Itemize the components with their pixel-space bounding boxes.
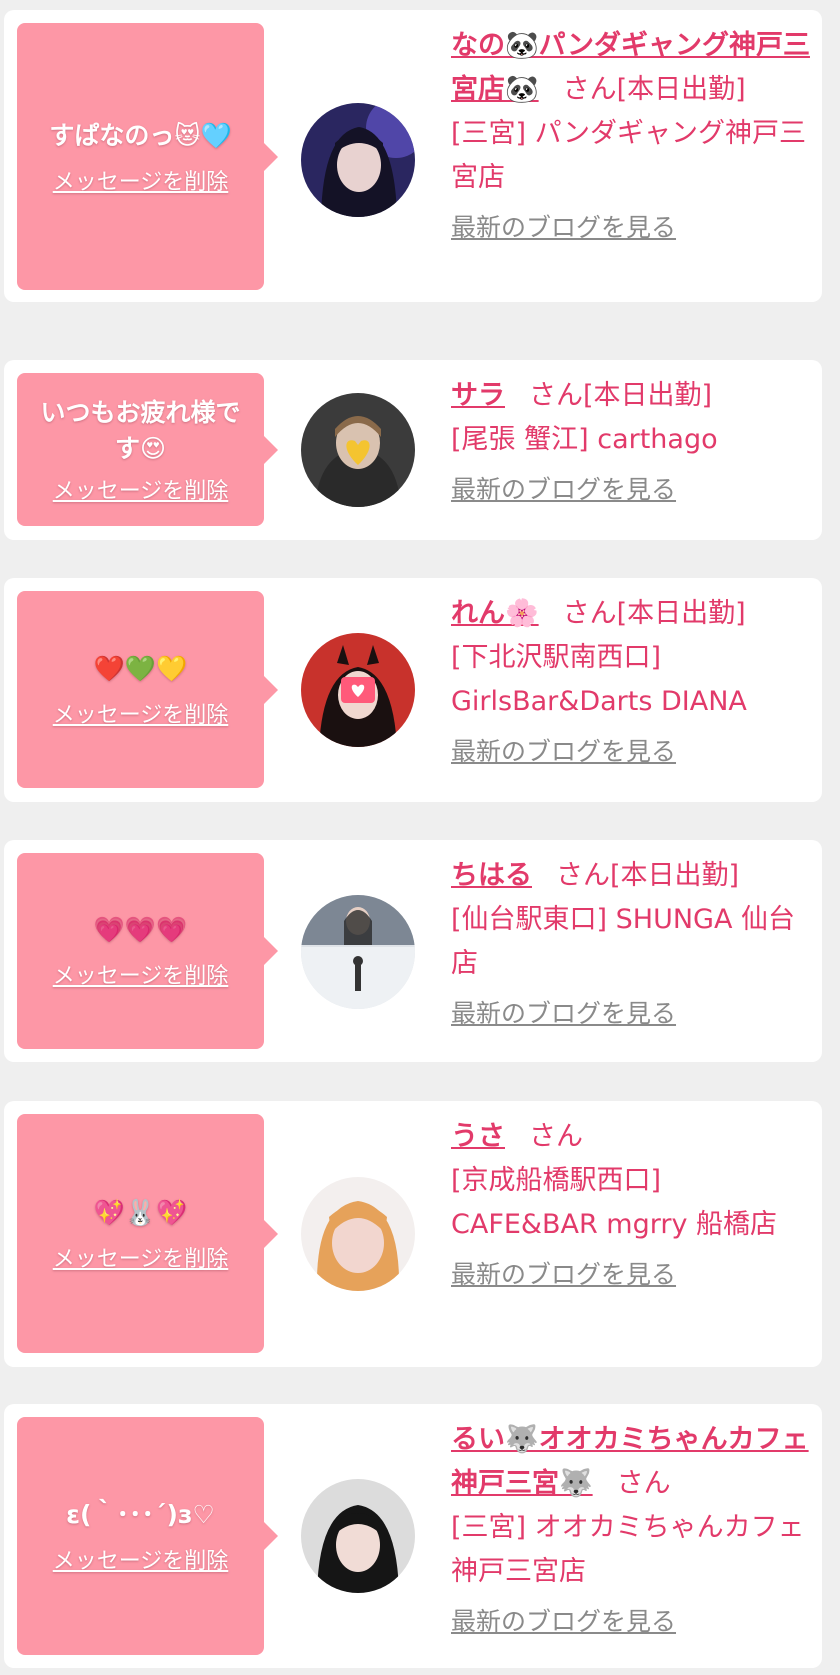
message-bubble: すぱなのっ😻🩵 メッセージを削除	[17, 23, 278, 290]
honorific: さん	[616, 1468, 671, 1499]
message-card: 💗💗💗 メッセージを削除 ちはる さん[本日出勤] [仙台駅東口] SHUNGA …	[4, 840, 822, 1062]
shop-name: [仙台駅東口] SHUNGA 仙台店	[451, 904, 796, 979]
profile-name-link[interactable]: れん🌸	[451, 598, 539, 629]
delete-message-link[interactable]: メッセージを削除	[53, 1543, 229, 1575]
latest-blog-link[interactable]: 最新のブログを見る	[451, 1253, 676, 1297]
message-bubble: いつもお疲れ様です😍 メッセージを削除	[17, 373, 278, 526]
delete-message-link[interactable]: メッセージを削除	[53, 958, 229, 990]
profile-name-link[interactable]: ちはる	[451, 860, 532, 891]
honorific: さん	[556, 860, 610, 891]
attendance-status: [本日出勤]	[616, 74, 746, 105]
honorific: さん	[562, 598, 617, 629]
latest-blog-link[interactable]: 最新のブログを見る	[451, 206, 676, 250]
profile-info: るい🐺オオカミちゃんカフェ神戸三宮🐺 さん [三宮] オオカミちゃんカフェ神戸三宮…	[451, 1418, 811, 1644]
message-text: ❤️💚💛	[93, 653, 188, 683]
message-card: ❤️💚💛 メッセージを削除 れん🌸 さん[本日出勤] [下北沢駅南西口] Girl…	[4, 578, 822, 802]
latest-blog-link[interactable]: 最新のブログを見る	[451, 468, 676, 512]
profile-info: れん🌸 さん[本日出勤] [下北沢駅南西口] GirlsBar&Darts DIA…	[451, 592, 811, 774]
avatar[interactable]	[301, 103, 415, 217]
profile-info: ちはる さん[本日出勤] [仙台駅東口] SHUNGA 仙台店 最新のブログを見る	[451, 854, 811, 1036]
profile-name-link[interactable]: うさ	[451, 1121, 505, 1152]
message-bubble: 💖🐰💖 メッセージを削除	[17, 1114, 278, 1353]
profile-info: うさ さん [京成船橋駅西口] CAFE&BAR mgrry 船橋店 最新のブログ…	[451, 1115, 811, 1297]
message-list: すぱなのっ😻🩵 メッセージを削除 なの🐼パンダギャング神戸三宮店🐼 さん[本日出勤…	[0, 0, 840, 1675]
profile-name-link[interactable]: サラ	[451, 380, 505, 411]
avatar[interactable]	[301, 895, 415, 1009]
profile-info: サラ さん[本日出勤] [尾張 蟹江] carthago 最新のブログを見る	[451, 374, 811, 512]
delete-message-link[interactable]: メッセージを削除	[53, 473, 229, 505]
avatar[interactable]	[301, 1479, 415, 1593]
honorific: さん	[529, 380, 583, 411]
avatar[interactable]	[301, 393, 415, 507]
message-text: 💗💗💗	[93, 915, 188, 944]
honorific: さん	[562, 74, 617, 105]
shop-name: [尾張 蟹江] carthago	[451, 424, 718, 455]
profile-info: なの🐼パンダギャング神戸三宮店🐼 さん[本日出勤] [三宮] パンダギャング神戸三…	[451, 24, 811, 250]
shop-name: [京成船橋駅西口] CAFE&BAR mgrry 船橋店	[451, 1165, 778, 1240]
attendance-status: [本日出勤]	[616, 598, 746, 629]
message-text: すぱなのっ😻🩵	[49, 120, 232, 150]
shop-name: [三宮] オオカミちゃんカフェ神戸三宮店	[451, 1512, 805, 1587]
latest-blog-link[interactable]: 最新のブログを見る	[451, 992, 676, 1036]
delete-message-link[interactable]: メッセージを削除	[53, 697, 229, 729]
attendance-status: [本日出勤]	[610, 860, 740, 891]
message-text: ε(｀･･･´)з♡	[66, 1500, 215, 1529]
honorific: さん	[529, 1121, 583, 1152]
avatar[interactable]	[301, 1177, 415, 1291]
latest-blog-link[interactable]: 最新のブログを見る	[451, 730, 676, 774]
message-bubble: ❤️💚💛 メッセージを削除	[17, 591, 278, 788]
message-card: すぱなのっ😻🩵 メッセージを削除 なの🐼パンダギャング神戸三宮店🐼 さん[本日出勤…	[4, 10, 822, 302]
attendance-status: [本日出勤]	[583, 380, 713, 411]
message-bubble: ε(｀･･･´)з♡ メッセージを削除	[17, 1417, 278, 1655]
delete-message-link[interactable]: メッセージを削除	[53, 164, 229, 196]
message-bubble: 💗💗💗 メッセージを削除	[17, 853, 278, 1049]
shop-name: [三宮] パンダギャング神戸三宮店	[451, 118, 806, 193]
message-card: ε(｀･･･´)з♡ メッセージを削除 るい🐺オオカミちゃんカフェ神戸三宮🐺 さん…	[4, 1404, 822, 1668]
latest-blog-link[interactable]: 最新のブログを見る	[451, 1600, 676, 1644]
message-card: いつもお疲れ様です😍 メッセージを削除 サラ さん[本日出勤] [尾張 蟹江] c…	[4, 360, 822, 540]
avatar[interactable]	[301, 633, 415, 747]
message-text: いつもお疲れ様です😍	[40, 397, 241, 463]
shop-name: [下北沢駅南西口] GirlsBar&Darts DIANA	[451, 642, 747, 717]
delete-message-link[interactable]: メッセージを削除	[53, 1241, 229, 1273]
message-text: 💖🐰💖	[93, 1197, 188, 1227]
message-card: 💖🐰💖 メッセージを削除 うさ さん [京成船橋駅西口] CAFE&BAR mgr…	[4, 1101, 822, 1367]
